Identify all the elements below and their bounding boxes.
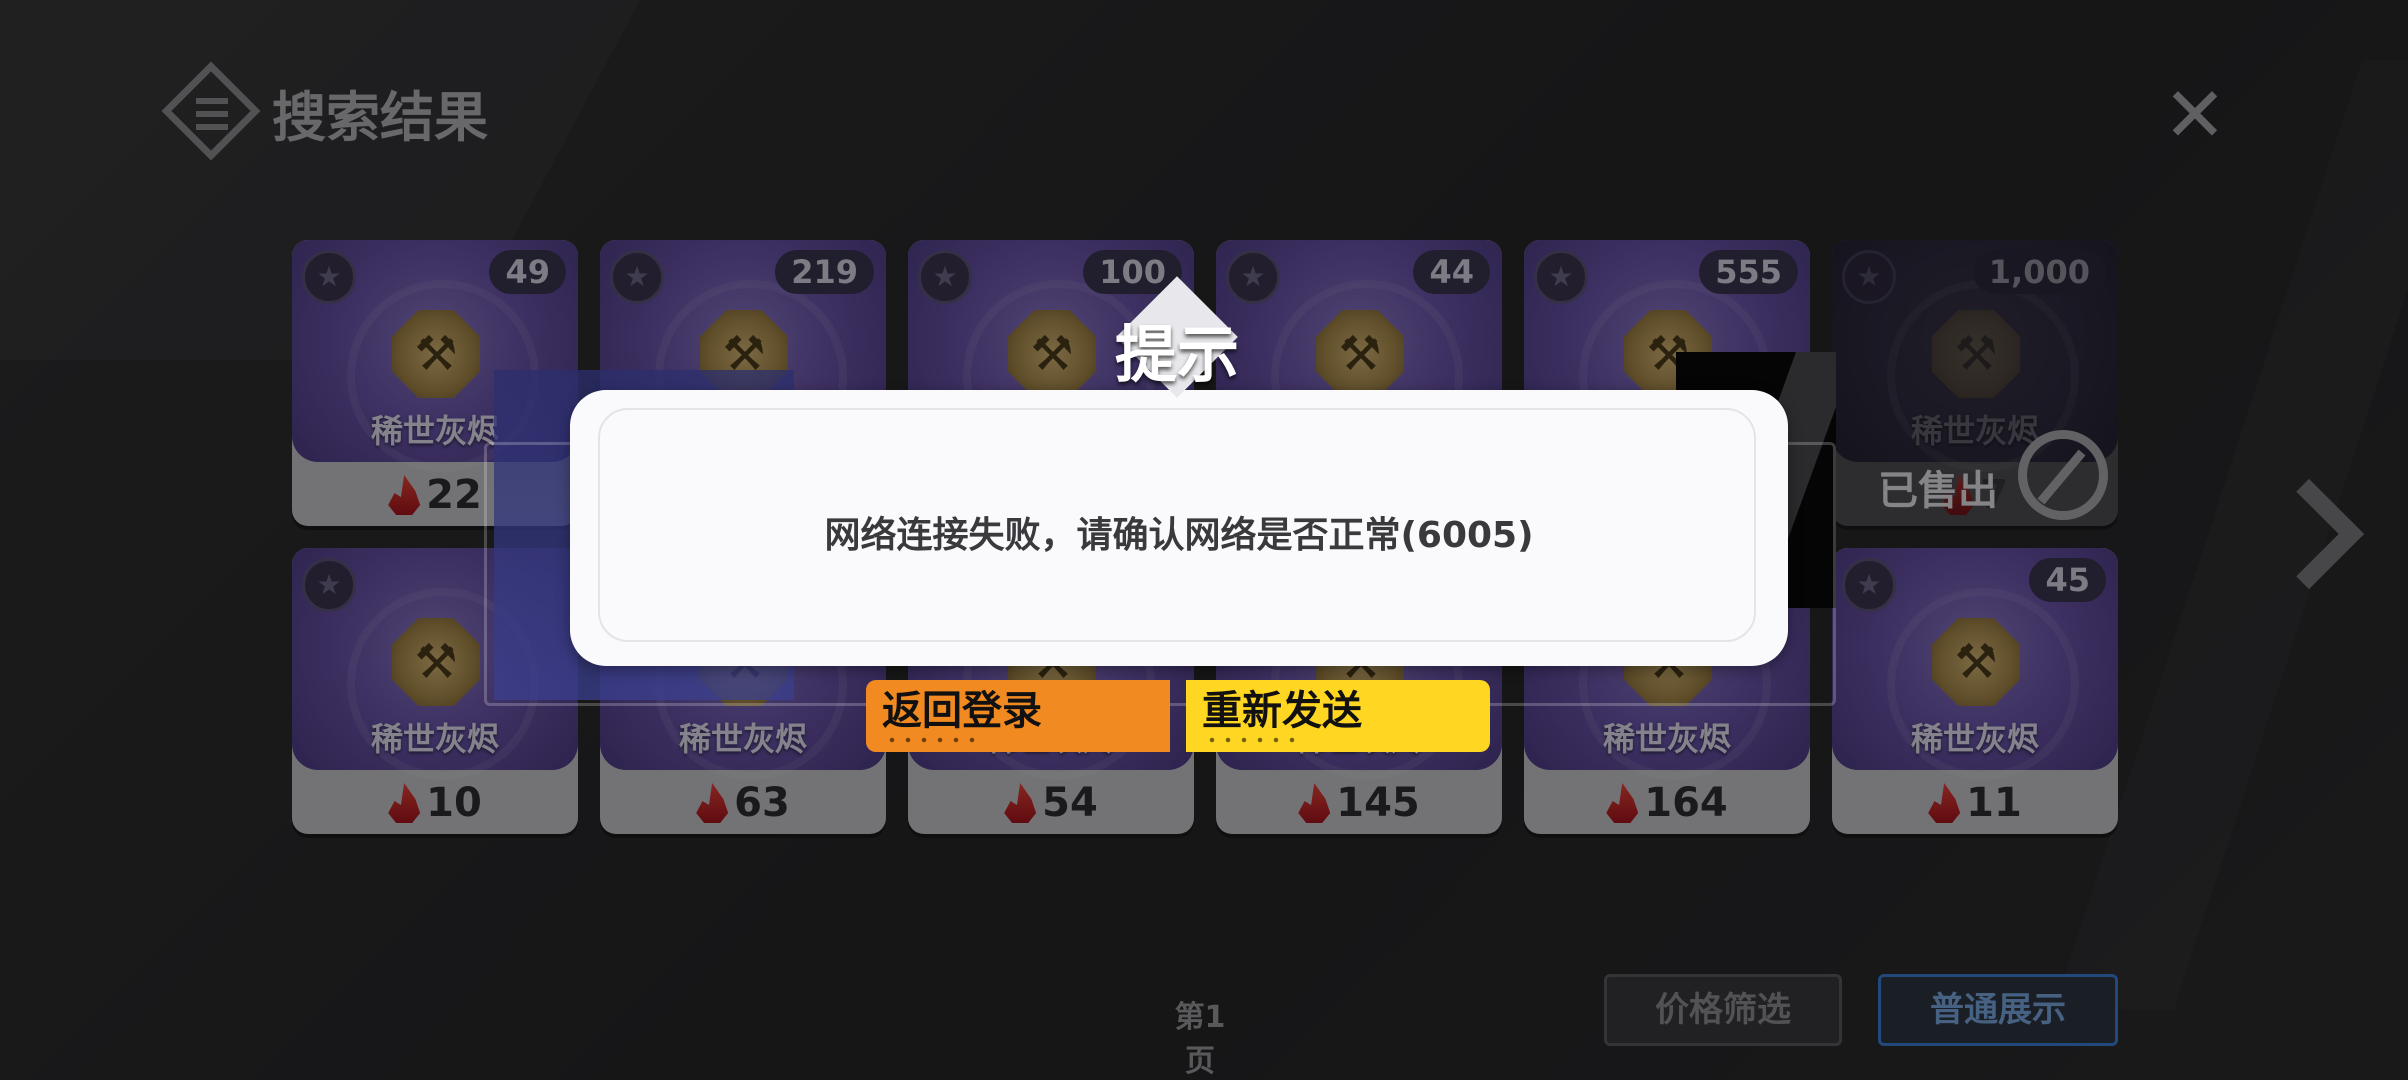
game-screen: 搜索结果 ✕ ★49⚒稀世灰烬22★219⚒稀世灰烬★100⚒稀世灰烬★44⚒稀… (0, 0, 2408, 1080)
back-to-login-label: 返回登录 (882, 688, 1042, 734)
button-dots-decoration (1204, 736, 1304, 744)
resend-label: 重新发送 (1202, 688, 1362, 734)
dialog-title-badge: 提示 (1100, 276, 1240, 398)
back-to-login-button[interactable]: 返回登录 (866, 680, 1170, 752)
resend-button[interactable]: 重新发送 (1186, 680, 1490, 752)
dialog-box: 网络连接失败，请确认网络是否正常(6005) (570, 390, 1788, 666)
button-dots-decoration (884, 736, 984, 744)
dialog-message: 网络连接失败，请确认网络是否正常(6005) (824, 515, 1534, 556)
dialog-title: 提示 (1114, 318, 1239, 391)
